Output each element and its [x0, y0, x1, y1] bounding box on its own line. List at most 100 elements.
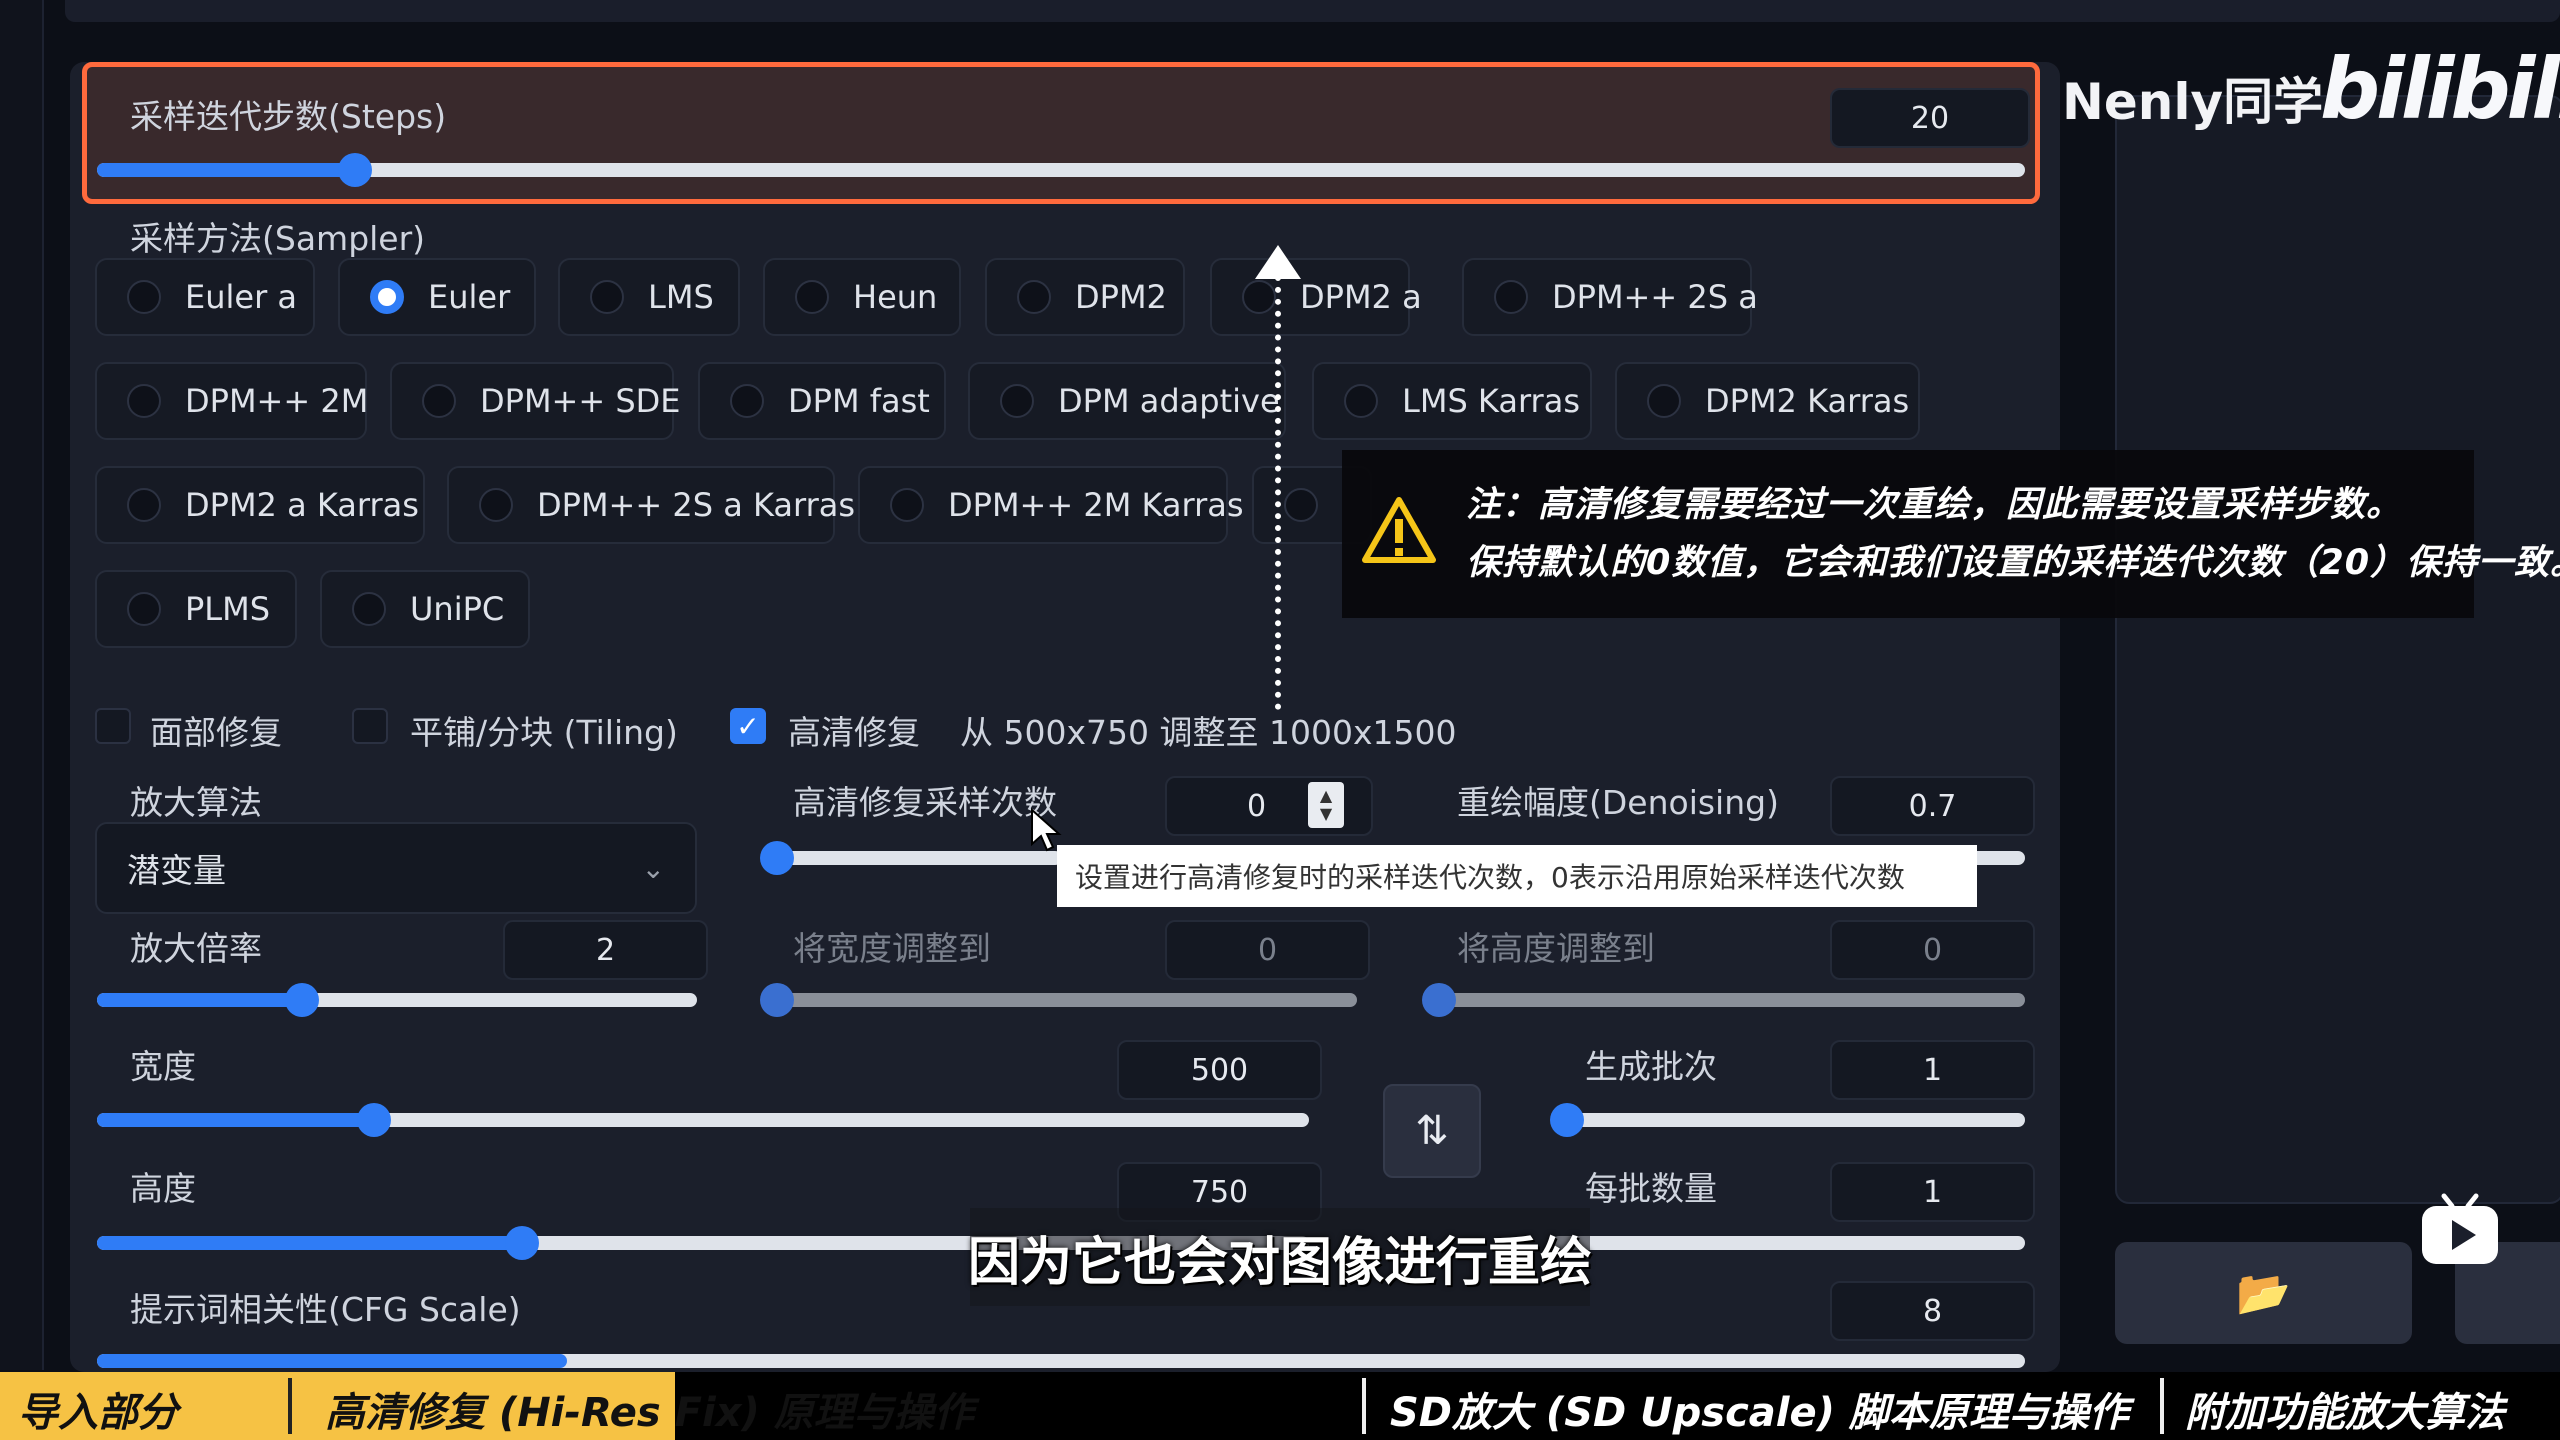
hires-steps-slider-thumb[interactable] — [760, 841, 794, 875]
radio-icon — [1000, 384, 1034, 418]
sampler-option[interactable]: LMS Karras — [1312, 362, 1592, 440]
chapter-hires-fix[interactable]: 高清修复 (Hi-Res Fix) 原理与操作 — [325, 1380, 974, 1438]
sampler-option[interactable]: PLMS — [95, 570, 297, 648]
radio-icon — [479, 488, 513, 522]
chapter-divider — [2160, 1378, 2164, 1434]
height-slider-thumb[interactable] — [505, 1226, 539, 1260]
radio-icon — [1284, 488, 1318, 522]
sampler-option[interactable]: DPM++ SDE — [390, 362, 681, 440]
hires-steps-slider-track[interactable] — [762, 851, 1062, 865]
left-gutter — [0, 0, 44, 1370]
resize-width-label: 将宽度调整到 — [793, 929, 991, 968]
note-line-1: 注：高清修复需要经过一次重绘，因此需要设置采样步数。 — [1466, 485, 2403, 525]
stepper-arrows-icon[interactable]: ▲ ▼ — [1308, 782, 1344, 828]
chapter-divider — [288, 1378, 292, 1434]
sampler-option[interactable]: DPM2 Karras — [1615, 362, 1920, 440]
arrow-up-icon — [1255, 245, 1301, 279]
steps-slider-fill — [97, 163, 355, 177]
radio-icon — [127, 384, 161, 418]
sampler-option[interactable]: DPM2 a — [1210, 258, 1422, 336]
note-line-2: 保持默认的0数值，它会和我们设置的采样迭代次数（20）保持一致。 — [1466, 543, 2560, 583]
resize-height-slider-thumb[interactable] — [1422, 983, 1456, 1017]
width-slider-thumb[interactable] — [357, 1103, 391, 1137]
upscale-by-slider-fill — [97, 993, 302, 1007]
resize-height-input[interactable]: 0 — [1830, 920, 2035, 980]
sampler-option[interactable]: Heun — [763, 258, 961, 336]
width-input[interactable]: 500 — [1117, 1040, 1322, 1100]
radio-icon — [1344, 384, 1378, 418]
hires-steps-label: 高清修复采样次数 — [793, 783, 1057, 822]
swap-dimensions-button[interactable]: ⇅ — [1383, 1084, 1481, 1178]
swap-arrows-icon: ⇅ — [1415, 1108, 1449, 1154]
batch-count-input[interactable]: 1 — [1830, 1040, 2035, 1100]
resize-width-slider-track[interactable] — [762, 993, 1357, 1007]
chapter-intro[interactable]: 导入部分 — [18, 1380, 178, 1438]
sampler-option[interactable]: UniPC — [320, 570, 530, 648]
radio-icon — [127, 488, 161, 522]
batch-size-label: 每批数量 — [1585, 1169, 1717, 1208]
sampler-option-selected[interactable]: Euler — [338, 258, 536, 336]
sampler-option[interactable]: DPM fast — [698, 362, 946, 440]
sampler-option[interactable]: DPM++ 2M Karras — [858, 466, 1244, 544]
video-subtitle: 因为它也会对图像进行重绘 — [968, 1208, 1592, 1306]
resize-info: 从 500x750 调整至 1000x1500 — [960, 713, 1457, 752]
steps-slider-track[interactable] — [97, 163, 2025, 177]
radio-icon — [795, 280, 829, 314]
chapter-divider — [1362, 1378, 1366, 1434]
upscale-by-input[interactable]: 2 — [503, 920, 708, 980]
bilibili-logo: bilibili — [2320, 40, 2560, 138]
steps-label: 采样迭代步数(Steps) — [130, 97, 447, 136]
sampler-option[interactable]: DPM++ 2S a Karras — [447, 466, 855, 544]
radio-icon — [127, 592, 161, 626]
radio-icon — [890, 488, 924, 522]
cfg-scale-slider-fill — [97, 1354, 567, 1368]
cfg-scale-label: 提示词相关性(CFG Scale) — [130, 1290, 521, 1329]
output-gallery-panel — [2115, 95, 2560, 1204]
batch-count-slider-thumb[interactable] — [1550, 1103, 1584, 1137]
upscale-by-label: 放大倍率 — [130, 929, 262, 968]
resize-width-slider-thumb[interactable] — [760, 983, 794, 1017]
resize-height-slider-track[interactable] — [1430, 993, 2025, 1007]
watermark-author: Nenly同学 — [2062, 73, 2324, 131]
batch-count-slider-track[interactable] — [1552, 1113, 2025, 1127]
sampler-option[interactable]: DPM++ 2M — [95, 362, 368, 440]
annotation-dotted-line — [1275, 275, 1281, 710]
batch-size-input[interactable]: 1 — [1830, 1162, 2035, 1222]
folder-icon: 📂 — [2236, 1268, 2291, 1319]
hires-fix-checkbox[interactable]: ✓ — [730, 708, 766, 744]
batch-size-slider-track[interactable] — [1552, 1236, 2025, 1250]
chapter-extras-upscaler[interactable]: 附加功能放大算法 — [2185, 1380, 2505, 1438]
sampler-option[interactable]: LMS — [558, 258, 740, 336]
radio-icon — [422, 384, 456, 418]
width-label: 宽度 — [130, 1047, 196, 1086]
radio-selected-icon — [370, 280, 404, 314]
height-label: 高度 — [130, 1169, 196, 1208]
chevron-down-icon: ⌄ — [641, 851, 665, 885]
sampler-option[interactable]: DPM2 — [985, 258, 1185, 336]
denoising-label: 重绘幅度(Denoising) — [1457, 783, 1779, 822]
resize-width-input[interactable]: 0 — [1165, 920, 1370, 980]
radio-icon — [1242, 280, 1276, 314]
upscaler-value: 潜变量 — [127, 851, 226, 890]
tiling-checkbox[interactable] — [352, 708, 388, 744]
steps-slider-thumb[interactable] — [338, 153, 372, 187]
cfg-scale-input[interactable]: 8 — [1830, 1281, 2035, 1341]
chapter-sd-upscale[interactable]: SD放大 (SD Upscale) 脚本原理与操作 — [1390, 1380, 2129, 1438]
radio-icon — [1647, 384, 1681, 418]
sampler-option[interactable]: DPM adaptive — [968, 362, 1286, 440]
upscaler-select[interactable]: 潜变量 ⌄ — [95, 822, 697, 914]
sampler-option[interactable]: DPM++ 2S a — [1462, 258, 1758, 336]
face-restore-label: 面部修复 — [150, 713, 282, 752]
width-slider-fill — [97, 1113, 375, 1127]
radio-icon — [352, 592, 386, 626]
radio-icon — [127, 280, 161, 314]
tiling-label: 平铺/分块 (Tiling) — [410, 713, 678, 752]
face-restore-checkbox[interactable] — [95, 708, 131, 744]
top-strip — [65, 0, 2560, 22]
open-folder-button[interactable]: 📂 — [2115, 1242, 2412, 1344]
denoising-input[interactable]: 0.7 — [1830, 776, 2035, 836]
upscale-by-slider-thumb[interactable] — [285, 983, 319, 1017]
steps-input[interactable]: 20 — [1830, 88, 2030, 148]
sampler-option[interactable]: Euler a — [95, 258, 315, 336]
sampler-option[interactable]: DPM2 a Karras — [95, 466, 425, 544]
